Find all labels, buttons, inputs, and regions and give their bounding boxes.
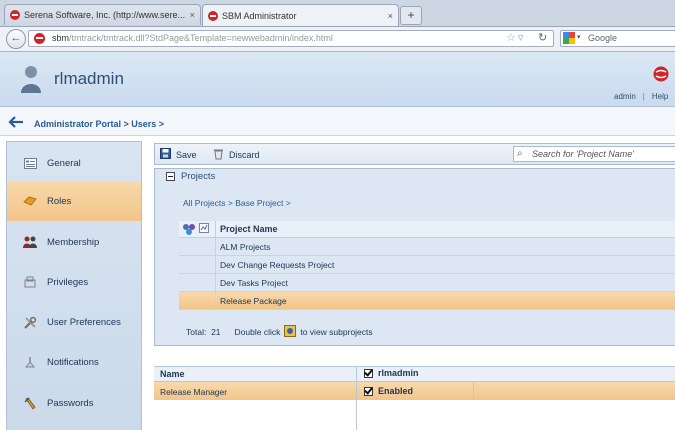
privileges-icon (23, 275, 37, 289)
sidebar-item-label: User Preferences (47, 316, 121, 328)
table-row[interactable]: Dev Tasks Project (179, 274, 675, 292)
total-count: 21 (211, 327, 221, 337)
sidebar-item-notifications[interactable]: Notifications (7, 342, 141, 382)
sidebar-item-label: Notifications (47, 356, 99, 368)
notifications-icon (23, 355, 37, 369)
projects-title: Projects (181, 171, 216, 182)
url-path: /tmtrack/tmtrack.dll?StdPage&Template=ne… (69, 33, 333, 43)
select-all-checkbox[interactable] (364, 368, 373, 378)
project-name: ALM Projects (220, 242, 271, 252)
hint-text: Double click (234, 327, 281, 337)
sidebar-item-label: General (47, 157, 81, 169)
sidebar-item-user-preferences[interactable]: User Preferences (7, 302, 141, 342)
search-engine-name: Google (588, 33, 618, 43)
sidebar-item-passwords[interactable]: Passwords (7, 383, 141, 423)
discard-label: Discard (229, 150, 260, 160)
subprojects-icon (284, 325, 297, 339)
floppy-disk-icon (160, 148, 171, 161)
new-tab-button[interactable]: + (400, 6, 422, 25)
total-label: Total: (186, 327, 207, 337)
sidebar-item-label: Membership (47, 236, 100, 248)
hint-text-end: to view subprojects (300, 327, 373, 337)
role-name: Release Manager (160, 387, 228, 397)
serena-favicon-icon (208, 10, 218, 21)
sidebar-item-label: Roles (47, 195, 72, 207)
membership-icon (23, 235, 37, 249)
url-text[interactable]: sbm/tmtrack/tmtrack.dll?StdPage&Template… (52, 33, 333, 43)
tab-title: SBM Administrator (222, 10, 297, 21)
search-placeholder: Search for 'Project Name' (532, 149, 634, 159)
user-preferences-icon (23, 315, 37, 329)
header-links: admin | Help (614, 92, 669, 101)
user-avatar-icon (21, 66, 41, 93)
projects-breadcrumb[interactable]: All Projects > Base Project > (183, 198, 291, 208)
tab-close-icon[interactable]: × (388, 11, 393, 21)
role-enabled-cell[interactable]: Enabled (364, 386, 413, 396)
page-username: rlmadmin (54, 69, 124, 88)
table-row-selected[interactable] (154, 382, 675, 400)
sidebar-item-privileges[interactable]: Privileges (7, 262, 141, 302)
project-list-icon[interactable] (199, 223, 209, 233)
save-button[interactable]: Save (160, 148, 197, 161)
discard-button[interactable]: Discard (213, 148, 260, 162)
table-row[interactable]: ALM Projects (179, 238, 675, 256)
tab-close-icon[interactable]: × (190, 10, 195, 20)
project-name: Dev Change Requests Project (220, 260, 335, 270)
sidebar-item-roles[interactable]: Roles (7, 181, 141, 221)
project-tree-icon[interactable] (182, 223, 196, 235)
save-label: Save (176, 149, 197, 160)
back-arrow-icon[interactable] (8, 116, 24, 128)
search-icon: ⌕ (517, 148, 523, 159)
role-enabled-label: Enabled (378, 386, 414, 396)
tab-title: Serena Software, Inc. (http://www.sere..… (24, 10, 186, 20)
table-row[interactable]: Dev Change Requests Project (179, 256, 675, 274)
reload-icon[interactable]: ↻ (538, 31, 547, 44)
bookmark-star-icon[interactable]: ☆▿ (506, 31, 525, 44)
sidebar-item-general[interactable]: General (7, 143, 141, 183)
table-row-selected[interactable]: Release Package (179, 292, 675, 310)
site-favicon-icon (34, 33, 45, 44)
projects-panel-header[interactable]: Projects (166, 171, 215, 182)
collapse-icon[interactable] (166, 172, 175, 181)
role-enabled-checkbox[interactable] (364, 386, 373, 396)
browser-tab-serena[interactable]: Serena Software, Inc. (http://www.sere..… (4, 4, 201, 25)
google-logo-icon (563, 32, 575, 44)
browser-tab-sbm-administrator[interactable]: SBM Administrator × (202, 4, 399, 26)
browser-back-button[interactable]: ← (6, 29, 26, 49)
serena-favicon-icon (10, 10, 20, 20)
column-divider (356, 366, 357, 430)
breadcrumb[interactable]: Administrator Portal > Users > (34, 119, 164, 129)
help-link[interactable]: Help (652, 92, 668, 101)
roles-user-column-header[interactable]: rlmadmin (364, 368, 419, 378)
url-host: sbm (52, 33, 70, 43)
discard-icon (213, 148, 224, 162)
sidebar-item-label: Passwords (47, 397, 94, 409)
project-name: Release Package (220, 296, 287, 306)
projects-table-header: Project Name (179, 221, 675, 238)
project-name-column-header[interactable]: Project Name (220, 224, 278, 234)
projects-footer: Total: 21 Double click to view subprojec… (186, 325, 373, 339)
sidebar-item-membership[interactable]: Membership (7, 222, 141, 262)
sidebar-item-label: Privileges (47, 276, 89, 288)
project-search-input[interactable]: ⌕ Search for 'Project Name' (513, 146, 675, 162)
roles-name-column-header[interactable]: Name (160, 369, 185, 379)
project-name: Dev Tasks Project (220, 278, 288, 288)
serena-logo-icon (653, 66, 669, 82)
roles-icon (23, 194, 37, 208)
column-divider (473, 382, 474, 400)
user-column-label: rlmadmin (378, 368, 419, 378)
passwords-icon (23, 396, 37, 410)
admin-link[interactable]: admin (614, 92, 636, 101)
search-engine-dropdown-icon[interactable]: ▾ (577, 33, 581, 41)
general-icon (23, 156, 37, 170)
